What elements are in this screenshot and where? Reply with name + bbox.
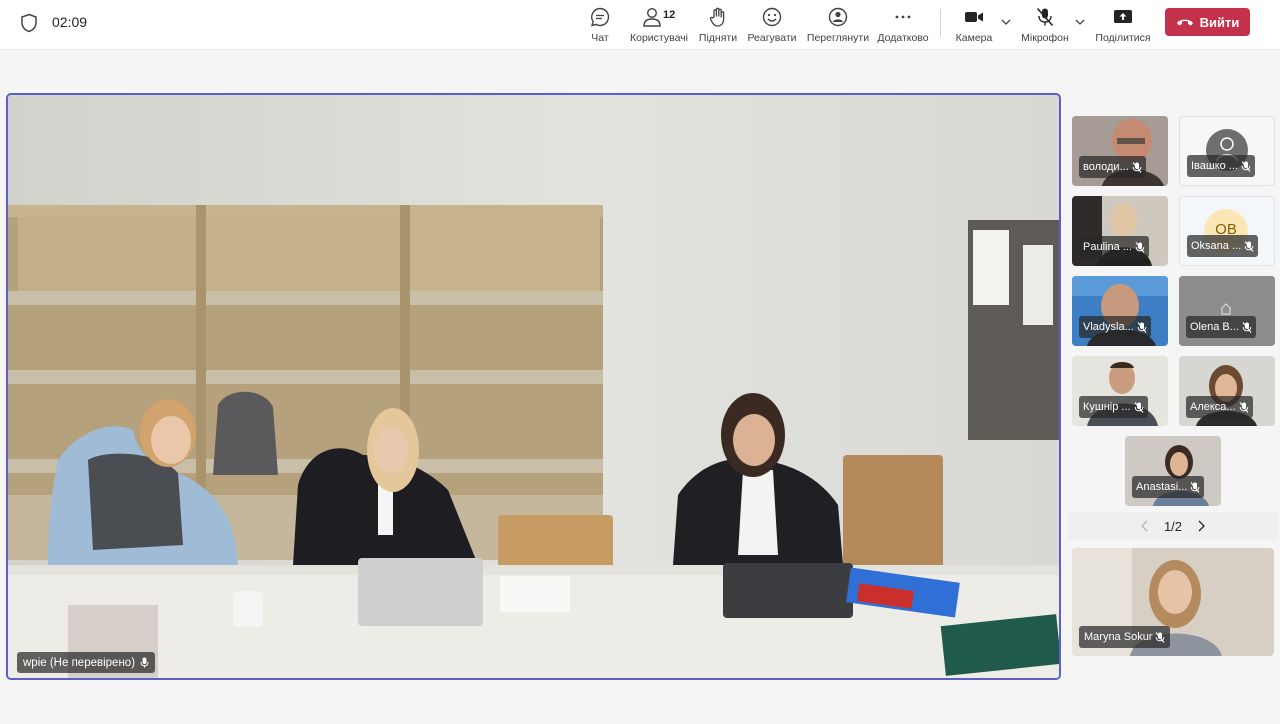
participant-name-tag: Oksana ...	[1187, 235, 1259, 257]
share-label: Поділитися	[1095, 32, 1151, 44]
chat-label: Чат	[591, 32, 609, 44]
mic-off-icon	[1241, 160, 1251, 172]
participant-name: Olena B...	[1190, 321, 1239, 333]
microphone-button[interactable]: Мікрофон	[1020, 4, 1070, 46]
smile-icon	[762, 7, 782, 27]
participant-tile[interactable]: Olena B...	[1179, 276, 1275, 346]
participant-tile[interactable]: Івашко ...	[1179, 116, 1275, 186]
share-icon	[1114, 10, 1132, 23]
people-label: Користувачі	[630, 32, 688, 44]
participant-tile[interactable]: Алекса...	[1179, 356, 1275, 426]
mic-off-icon	[1137, 321, 1147, 333]
camera-button[interactable]: Камера	[954, 4, 994, 46]
participant-name-tag: Paulina ...	[1079, 236, 1149, 258]
participant-tile[interactable]: OB Oksana ...	[1179, 196, 1275, 266]
people-icon	[643, 7, 661, 27]
page-indicator: 1/2	[1163, 518, 1183, 534]
raise-hand-label: Підняти	[698, 32, 738, 44]
react-button[interactable]: Реагувати	[746, 4, 798, 46]
participant-name: Алекса...	[1190, 401, 1236, 413]
participant-tile[interactable]: Vladysla...	[1072, 276, 1168, 346]
camera-icon	[965, 12, 983, 22]
mic-options-chevron-down-icon[interactable]	[1074, 16, 1086, 28]
participant-name: Кушнір ...	[1083, 401, 1131, 413]
chat-button[interactable]: Чат	[588, 4, 612, 46]
microphone-label: Мікрофон	[1021, 32, 1069, 44]
view-button[interactable]: Переглянути	[806, 4, 870, 46]
participant-name: Vladysla...	[1083, 321, 1134, 333]
mic-off-icon	[1190, 481, 1200, 493]
participant-name-tag: володи...	[1079, 156, 1146, 178]
participant-name: Івашко ...	[1191, 160, 1238, 172]
main-speaker-label: wpie (Не перевірено)	[17, 652, 156, 673]
mic-off-icon	[1135, 241, 1145, 253]
mic-off-icon	[1242, 321, 1252, 333]
shield-icon[interactable]	[20, 13, 38, 33]
chevron-right-icon[interactable]	[1196, 520, 1206, 532]
participant-tile[interactable]: Кушнір ...	[1072, 356, 1168, 426]
mic-off-icon	[1244, 240, 1254, 252]
participant-name-tag: Anastasi...	[1132, 476, 1205, 498]
mic-off-icon	[1134, 401, 1144, 413]
participant-name-tag: Івашко ...	[1187, 155, 1255, 177]
participant-name-tag: Алекса...	[1186, 396, 1253, 418]
raise-hand-button[interactable]: Підняти	[698, 4, 738, 46]
people-button[interactable]: 12 Користувачі	[628, 4, 690, 46]
gallery-pager: 1/2	[1068, 512, 1278, 540]
mic-off-icon	[1239, 401, 1249, 413]
mic-off-icon	[1156, 631, 1165, 643]
mic-off-icon	[1036, 7, 1054, 27]
camera-label: Камера	[955, 32, 993, 44]
mic-off-icon	[1132, 161, 1142, 173]
participant-name-tag: Olena B...	[1186, 316, 1256, 338]
chevron-left-icon[interactable]	[1140, 520, 1150, 532]
participant-name: Oksana ...	[1191, 240, 1242, 252]
more-icon	[895, 15, 911, 19]
share-button[interactable]: Поділитися	[1094, 4, 1152, 46]
phone-hangup-icon	[1176, 19, 1193, 26]
leave-label: Вийти	[1199, 14, 1240, 30]
more-button[interactable]: Додатково	[876, 4, 930, 46]
participant-name: Anastasi...	[1136, 481, 1188, 493]
meeting-toolbar: 02:09 Чат 12 Користувачі Підняти Реагува…	[0, 0, 1280, 50]
meeting-timer: 02:09	[52, 14, 88, 30]
main-video-stage[interactable]: wpie (Не перевірено)	[6, 93, 1061, 680]
more-label: Додатково	[877, 32, 929, 44]
leave-button[interactable]: Вийти	[1165, 8, 1250, 36]
self-name-tag: Maryna Sokur	[1079, 626, 1171, 648]
react-label: Реагувати	[747, 32, 797, 44]
participant-tile[interactable]: Paulina ...	[1072, 196, 1168, 266]
self-name: Maryna Sokur	[1084, 631, 1153, 643]
participant-name-tag: Vladysla...	[1079, 316, 1151, 338]
participant-name: Paulina ...	[1083, 241, 1132, 253]
chat-icon	[590, 7, 610, 27]
camera-options-chevron-down-icon[interactable]	[1000, 16, 1012, 28]
raise-hand-icon	[709, 7, 725, 27]
participant-name: володи...	[1083, 161, 1129, 173]
participant-tile[interactable]: Anastasi...	[1125, 436, 1221, 506]
toolbar-divider	[940, 9, 941, 37]
view-label: Переглянути	[806, 32, 870, 44]
main-speaker-name: wpie (Не перевірено)	[23, 656, 136, 669]
participants-count-badge: 12	[663, 9, 676, 21]
self-view-tile[interactable]: Maryna Sokur	[1072, 548, 1274, 656]
view-icon	[828, 7, 848, 27]
participant-tile[interactable]: володи...	[1072, 116, 1168, 186]
participant-name-tag: Кушнір ...	[1079, 396, 1148, 418]
main-video-feed	[8, 95, 1059, 678]
mic-icon	[140, 657, 149, 668]
